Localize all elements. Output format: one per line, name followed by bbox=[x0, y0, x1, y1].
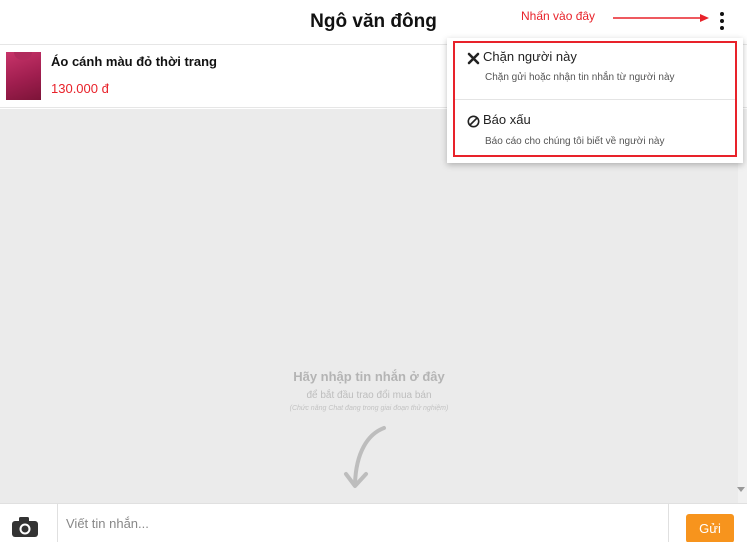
product-price: 130.000 đ bbox=[51, 81, 109, 96]
product-thumbnail bbox=[6, 52, 41, 100]
annotation-label: Nhấn vào đây bbox=[521, 9, 596, 23]
camera-icon[interactable] bbox=[11, 516, 39, 538]
menu-item-report[interactable]: Báo xấu Báo cáo cho chúng tôi biết về ng… bbox=[447, 100, 743, 160]
close-icon bbox=[467, 52, 480, 65]
annotation-arrow-icon bbox=[613, 14, 709, 22]
product-name: Áo cánh màu đỏ thời trang bbox=[51, 54, 217, 69]
menu-item-description: Báo cáo cho chúng tôi biết về người này bbox=[485, 136, 665, 147]
menu-item-description: Chặn gửi hoặc nhận tin nhắn từ người này bbox=[485, 72, 675, 83]
message-input[interactable] bbox=[57, 504, 669, 542]
scrollbar[interactable] bbox=[738, 109, 747, 503]
send-button[interactable]: Gửi bbox=[686, 514, 734, 542]
empty-state-note: (Chức năng Chat đang trong giai đoạn thử… bbox=[289, 405, 449, 412]
menu-item-title: Chặn người này bbox=[483, 49, 577, 64]
message-composer: Gửi bbox=[0, 503, 747, 542]
scroll-down-icon[interactable] bbox=[737, 487, 745, 492]
empty-state-title: Hãy nhập tin nhắn ở đây bbox=[293, 369, 445, 384]
more-vertical-icon[interactable] bbox=[712, 10, 732, 32]
curved-arrow-down-icon bbox=[344, 426, 386, 488]
menu-item-title: Báo xấu bbox=[483, 112, 531, 127]
options-menu: Chặn người này Chặn gửi hoặc nhận tin nh… bbox=[447, 38, 743, 163]
menu-item-block-user[interactable]: Chặn người này Chặn gửi hoặc nhận tin nh… bbox=[447, 43, 743, 98]
block-icon bbox=[467, 115, 480, 128]
empty-state-subtitle: để bắt đầu trao đổi mua bán bbox=[306, 390, 432, 401]
